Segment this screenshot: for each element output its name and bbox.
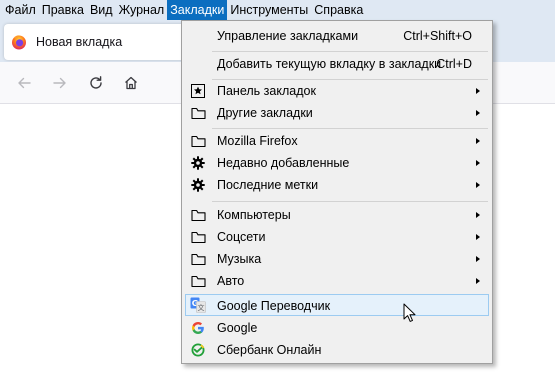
manage-bookmarks-label: Управление закладками — [217, 29, 359, 43]
home-icon[interactable] — [121, 73, 141, 93]
menu-separator — [212, 201, 488, 202]
bookmark-google-translate-label: Google Переводчик — [217, 299, 331, 313]
menu-view[interactable]: Вид — [87, 0, 116, 20]
bookmark-google-item[interactable]: Google — [185, 317, 489, 339]
folder-icon — [190, 133, 206, 149]
folder-icon — [190, 273, 206, 289]
tab-new-tab[interactable]: Новая вкладка — [4, 24, 204, 60]
menu-separator — [212, 128, 488, 129]
menu-bar: Файл Правка Вид Журнал Закладки Инструме… — [0, 0, 555, 20]
recently-added-label: Недавно добавленные — [217, 156, 350, 170]
folder-mozilla-firefox-label: Mozilla Firefox — [217, 134, 298, 148]
bookmarks-toolbar-item[interactable]: Панель закладок — [185, 80, 489, 102]
folder-music-item[interactable]: Музыка — [185, 248, 489, 270]
menu-history[interactable]: Журнал — [116, 0, 168, 20]
recent-tags-label: Последние метки — [217, 178, 319, 192]
menu-file[interactable]: Файл — [0, 0, 39, 20]
folder-music-label: Музыка — [217, 252, 262, 266]
submenu-arrow-icon — [476, 138, 480, 144]
star-box-icon — [190, 83, 206, 99]
google-translate-icon: G 文 — [190, 297, 206, 313]
svg-text:文: 文 — [198, 303, 205, 312]
add-current-tab-item[interactable]: Добавить текущую вкладку в закладки Ctrl… — [185, 53, 489, 75]
manage-bookmarks-item[interactable]: Управление закладками Ctrl+Shift+O — [185, 25, 489, 47]
reload-icon[interactable] — [86, 73, 106, 93]
menu-help[interactable]: Справка — [311, 0, 366, 20]
recent-tags-item[interactable]: Последние метки — [185, 174, 489, 196]
recently-added-item[interactable]: Недавно добавленные — [185, 152, 489, 174]
folder-icon — [190, 229, 206, 245]
gear-icon — [190, 177, 206, 193]
submenu-arrow-icon — [476, 182, 480, 188]
sberbank-icon — [190, 342, 206, 358]
other-bookmarks-label: Другие закладки — [217, 106, 313, 120]
other-bookmarks-item[interactable]: Другие закладки — [185, 102, 489, 124]
gear-icon — [190, 155, 206, 171]
bookmarks-menu: Управление закладками Ctrl+Shift+O Добав… — [181, 20, 493, 364]
menu-bookmarks[interactable]: Закладки — [167, 0, 228, 20]
bookmark-google-translate-item[interactable]: G 文 Google Переводчик — [185, 294, 489, 316]
bookmark-google-label: Google — [217, 321, 258, 335]
back-arrow-icon[interactable] — [14, 73, 34, 93]
folder-icon — [190, 105, 206, 121]
menu-tools[interactable]: Инструменты — [227, 0, 311, 20]
submenu-arrow-icon — [476, 212, 480, 218]
bookmarks-toolbar-label: Панель закладок — [217, 84, 316, 98]
folder-icon — [190, 251, 206, 267]
submenu-arrow-icon — [476, 110, 480, 116]
folder-mozilla-firefox-item[interactable]: Mozilla Firefox — [185, 130, 489, 152]
forward-arrow-icon[interactable] — [50, 73, 70, 93]
menu-edit[interactable]: Правка — [39, 0, 87, 20]
mouse-cursor-icon — [403, 303, 416, 322]
firefox-icon — [11, 34, 27, 50]
folder-computers-item[interactable]: Компьютеры — [185, 204, 489, 226]
submenu-arrow-icon — [476, 234, 480, 240]
google-g-icon — [190, 320, 206, 336]
add-current-tab-label: Добавить текущую вкладку в закладки — [217, 57, 442, 71]
folder-social-label: Соцсети — [217, 230, 266, 244]
menu-separator — [212, 51, 488, 52]
submenu-arrow-icon — [476, 256, 480, 262]
folder-icon — [190, 207, 206, 223]
folder-computers-label: Компьютеры — [217, 208, 291, 222]
folder-social-item[interactable]: Соцсети — [185, 226, 489, 248]
bookmark-sberbank-label: Сбербанк Онлайн — [217, 343, 322, 357]
add-current-tab-shortcut: Ctrl+D — [436, 57, 472, 71]
submenu-arrow-icon — [476, 160, 480, 166]
tab-title: Новая вкладка — [36, 35, 123, 49]
folder-auto-item[interactable]: Авто — [185, 270, 489, 292]
submenu-arrow-icon — [476, 278, 480, 284]
manage-bookmarks-shortcut: Ctrl+Shift+O — [403, 29, 472, 43]
folder-auto-label: Авто — [217, 274, 245, 288]
submenu-arrow-icon — [476, 88, 480, 94]
bookmark-sberbank-item[interactable]: Сбербанк Онлайн — [185, 339, 489, 361]
